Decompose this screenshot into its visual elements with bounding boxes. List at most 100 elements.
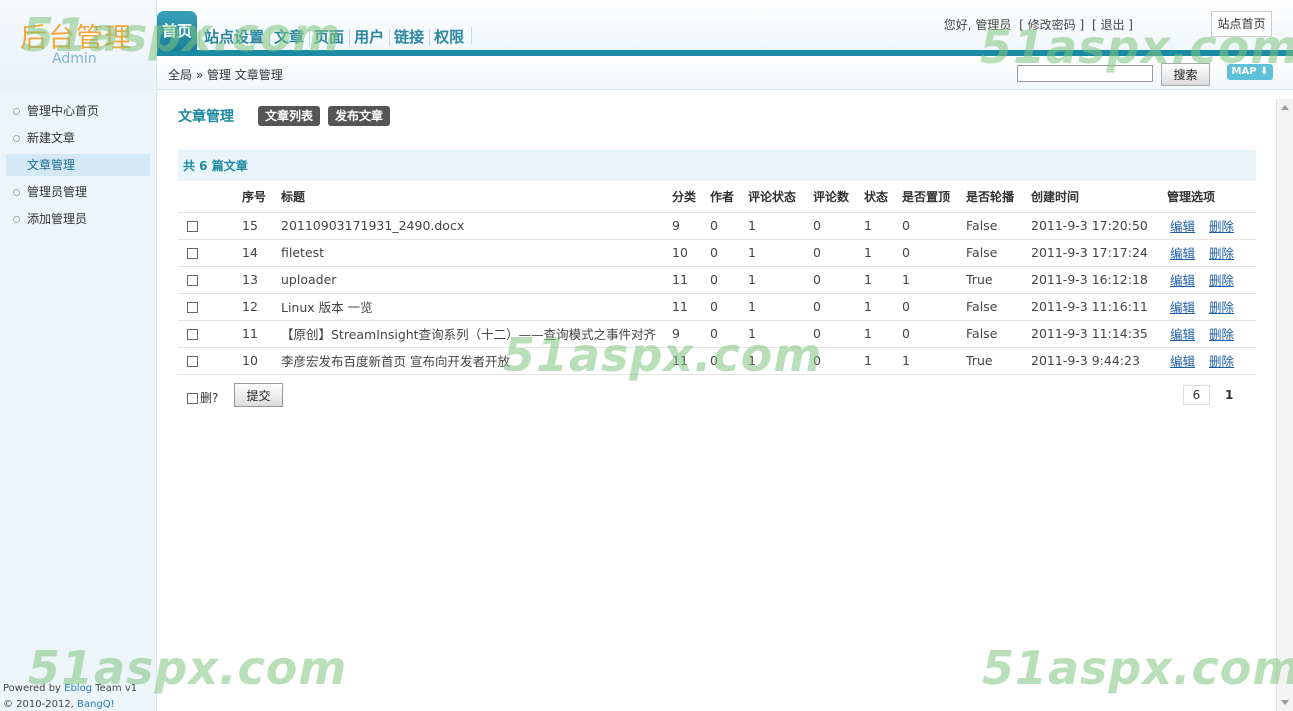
pager-current-page[interactable]: 1 (1225, 388, 1233, 402)
sidebar-item-new-article[interactable]: 新建文章 (6, 127, 150, 149)
table-row: 12 Linux 版本 一览 11 0 1 0 1 0 False 2011-9-3 11:16:… (178, 292, 1256, 320)
footer-bangq-link[interactable]: BangQ! (77, 699, 115, 710)
row-comment-status: 1 (745, 265, 810, 293)
publish-article-button[interactable]: 发布文章 (328, 106, 391, 126)
submit-button[interactable]: 提交 (234, 383, 283, 407)
edit-link[interactable]: 编辑 (1170, 219, 1195, 234)
bullet-icon (13, 216, 20, 223)
change-password-link[interactable]: [ 修改密码 ] (1019, 18, 1084, 32)
nav-tab-pages[interactable]: 页面 (309, 17, 349, 51)
row-id: 11 (239, 319, 278, 347)
row-status: 1 (861, 211, 899, 239)
vertical-scrollbar[interactable] (1276, 99, 1293, 711)
row-actions: 编辑 删除 (1164, 346, 1256, 375)
row-is-top: 1 (899, 346, 963, 375)
edit-link[interactable]: 编辑 (1170, 327, 1195, 342)
nav-tab-permissions[interactable]: 权限 (429, 17, 469, 51)
row-checkbox[interactable] (187, 275, 198, 286)
sidebar-item-dashboard[interactable]: 管理中心首页 (6, 100, 150, 122)
scroll-down-icon[interactable] (1281, 700, 1289, 705)
row-checkbox[interactable] (187, 329, 198, 340)
row-is-carousel: False (963, 238, 1028, 266)
row-category: 11 (669, 265, 707, 293)
nav-tab-users[interactable]: 用户 (349, 17, 389, 51)
search-button[interactable]: 搜索 (1161, 63, 1210, 86)
row-title: uploader (278, 265, 669, 293)
row-comment-count: 0 (810, 292, 861, 320)
row-category: 9 (669, 211, 707, 239)
delete-link[interactable]: 删除 (1209, 273, 1234, 288)
edit-link[interactable]: 编辑 (1170, 246, 1195, 261)
edit-link[interactable]: 编辑 (1170, 273, 1195, 288)
row-actions: 编辑 删除 (1164, 211, 1256, 239)
article-table: 序号 标题 分类 作者 评论状态 评论数 状态 是否置顶 是否轮播 创建时间 管… (178, 181, 1256, 375)
delete-link[interactable]: 删除 (1209, 246, 1234, 261)
row-select-cell (178, 319, 239, 347)
search-input[interactable] (1017, 65, 1153, 82)
row-comment-status: 1 (745, 319, 810, 347)
footer-powered-text: Powered by (3, 683, 65, 694)
col-comment-count: 评论数 (813, 189, 850, 204)
row-author: 0 (707, 238, 745, 266)
table-row: 15 20110903171931_2490.docx 9 0 1 0 1 0 False 201… (178, 211, 1256, 239)
nav-tab-links[interactable]: 链接 (389, 17, 429, 51)
edit-link[interactable]: 编辑 (1170, 354, 1195, 369)
sidebar-item-add-admin[interactable]: 添加管理员 (6, 208, 150, 230)
footer-copyright-text: © 2010-2012, (3, 699, 78, 710)
footer-eblog-link[interactable]: Eblog (64, 683, 92, 694)
row-title: filetest (278, 238, 669, 266)
row-comment-status: 1 (745, 292, 810, 320)
col-is-top: 是否置顶 (902, 189, 951, 204)
delete-link[interactable]: 删除 (1209, 300, 1234, 315)
row-id: 10 (239, 346, 278, 375)
row-created-time: 2011-9-3 17:20:50 (1028, 211, 1164, 239)
row-is-top: 0 (899, 238, 963, 266)
row-checkbox[interactable] (187, 302, 198, 313)
col-status: 状态 (864, 189, 889, 204)
col-author: 作者 (710, 189, 735, 204)
sidebar-item-admin-management[interactable]: 管理员管理 (6, 181, 150, 203)
row-select-cell (178, 346, 239, 375)
row-author: 0 (707, 211, 745, 239)
row-status: 1 (861, 238, 899, 266)
delete-confirm[interactable]: 删? (187, 389, 218, 406)
row-checkbox[interactable] (187, 248, 198, 259)
row-created-time: 2011-9-3 9:44:23 (1028, 346, 1164, 375)
site-map-button[interactable]: MAP ⬇ (1227, 64, 1273, 80)
logout-link[interactable]: [ 退出 ] (1092, 18, 1133, 32)
site-home-button[interactable]: 站点首页 (1211, 11, 1272, 37)
delete-link[interactable]: 删除 (1209, 327, 1234, 342)
row-category: 11 (669, 292, 707, 320)
row-comment-count: 0 (810, 319, 861, 347)
row-actions: 编辑 删除 (1164, 238, 1256, 266)
row-category: 9 (669, 319, 707, 347)
scroll-up-icon[interactable] (1281, 105, 1289, 110)
nav-tab-articles[interactable]: 文章 (269, 17, 309, 51)
content-header: 文章管理 文章列表 发布文章 (178, 100, 1256, 140)
nav-tab-home[interactable]: 首页 (157, 11, 198, 51)
nav-tab-site-settings[interactable]: 站点设置 (199, 17, 269, 51)
row-status: 1 (861, 346, 899, 375)
row-is-top: 0 (899, 319, 963, 347)
col-select (178, 181, 239, 212)
row-comment-count: 0 (810, 265, 861, 293)
table-row: 13 uploader 11 0 1 0 1 1 True 2011-9-3 16:12:18 编辑… (178, 265, 1256, 293)
article-list-button[interactable]: 文章列表 (258, 106, 321, 126)
row-actions: 编辑 删除 (1164, 292, 1256, 320)
delete-checkbox[interactable] (187, 393, 198, 404)
row-title: 李彦宏发布百度新首页 宣布向开发者开放 (278, 346, 669, 375)
table-row: 11 【原创】StreamInsight查询系列（十二）——查询模式之事件对齐 9 0… (178, 319, 1256, 347)
row-checkbox[interactable] (187, 221, 198, 232)
delete-label: 删? (200, 391, 219, 405)
row-checkbox[interactable] (187, 356, 198, 367)
row-status: 1 (861, 292, 899, 320)
sub-header: 全局 » 管理 文章管理 搜索 MAP ⬇ (157, 56, 1293, 90)
row-category: 11 (669, 346, 707, 375)
row-author: 0 (707, 265, 745, 293)
delete-link[interactable]: 删除 (1209, 354, 1234, 369)
sidebar-item-article-management[interactable]: 文章管理 (6, 154, 150, 176)
sidebar-footer: Powered by Eblog Team v1 © 2010-2012, Ba… (3, 681, 137, 711)
row-category: 10 (669, 238, 707, 266)
delete-link[interactable]: 删除 (1209, 219, 1234, 234)
edit-link[interactable]: 编辑 (1170, 300, 1195, 315)
